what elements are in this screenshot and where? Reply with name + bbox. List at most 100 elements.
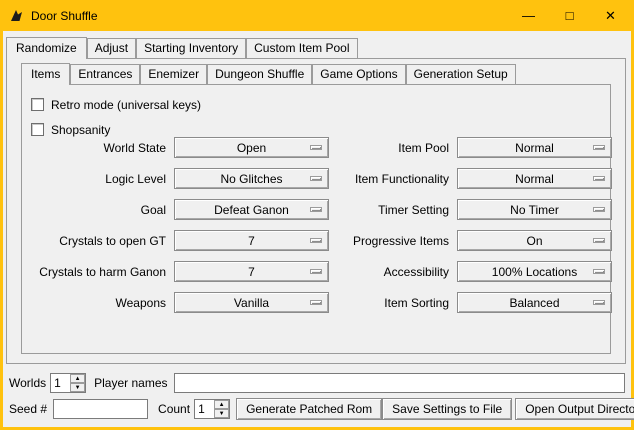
- dropdown-value: Balanced: [509, 296, 559, 310]
- worlds-spinner: ▲ ▼: [50, 373, 86, 393]
- seed-row: Seed # Count ▲ ▼ Generate Patched Rom Sa…: [9, 398, 625, 420]
- dropdown-indicator-icon: [310, 145, 322, 150]
- dropdown-value: 7: [248, 234, 255, 248]
- tab-enemizer[interactable]: Enemizer: [140, 64, 207, 84]
- item-sorting-label: Item Sorting: [337, 296, 449, 310]
- dropdown-indicator-icon: [310, 238, 322, 243]
- count-spinner: ▲ ▼: [194, 399, 230, 419]
- dropdown-accessibility[interactable]: 100% Locations: [457, 261, 612, 282]
- count-input[interactable]: [195, 400, 214, 418]
- tab-game-options[interactable]: Game Options: [312, 64, 405, 84]
- player-names-input[interactable]: [174, 373, 626, 393]
- tab-items[interactable]: Items: [21, 63, 70, 85]
- maximize-icon: □: [566, 8, 574, 23]
- up-arrow-icon: ▲: [219, 402, 225, 408]
- tab-custom-item-pool[interactable]: Custom Item Pool: [246, 38, 357, 58]
- dropdown-crystals-gt[interactable]: 7: [174, 230, 329, 251]
- count-label: Count: [158, 402, 190, 416]
- dropdown-value: Vanilla: [234, 296, 269, 310]
- tab-adjust[interactable]: Adjust: [87, 38, 136, 58]
- titlebar: Door Shuffle — □ ✕: [0, 0, 634, 31]
- seed-input[interactable]: [53, 399, 148, 419]
- settings-grid: World State Open Item Pool Normal Logic …: [28, 137, 612, 313]
- shopsanity-checkbox[interactable]: [31, 123, 44, 136]
- accessibility-label: Accessibility: [337, 265, 449, 279]
- tab-entrances[interactable]: Entrances: [70, 64, 140, 84]
- dropdown-indicator-icon: [593, 269, 605, 274]
- generate-patched-rom-button[interactable]: Generate Patched Rom: [236, 398, 382, 420]
- dropdown-indicator-icon: [593, 238, 605, 243]
- dropdown-indicator-icon: [593, 207, 605, 212]
- dropdown-logic-level[interactable]: No Glitches: [174, 168, 329, 189]
- outer-tab-bar: Randomize Adjust Starting Inventory Cust…: [6, 36, 358, 58]
- dropdown-value: 7: [248, 265, 255, 279]
- count-up-button[interactable]: ▲: [214, 400, 229, 409]
- caption-buttons: — □ ✕: [508, 2, 631, 29]
- dropdown-value: Open: [237, 141, 266, 155]
- dropdown-value: Defeat Ganon: [214, 203, 289, 217]
- crystals-ganon-label: Crystals to harm Ganon: [28, 265, 166, 279]
- dropdown-indicator-icon: [310, 176, 322, 181]
- client-area: Randomize Adjust Starting Inventory Cust…: [3, 31, 631, 427]
- count-down-button[interactable]: ▼: [214, 409, 229, 418]
- tab-starting-inventory[interactable]: Starting Inventory: [136, 38, 246, 58]
- dropdown-item-sorting[interactable]: Balanced: [457, 292, 612, 313]
- item-functionality-label: Item Functionality: [337, 172, 449, 186]
- maximize-button[interactable]: □: [549, 2, 590, 29]
- minimize-icon: —: [522, 8, 535, 23]
- worlds-up-button[interactable]: ▲: [70, 374, 85, 383]
- dropdown-indicator-icon: [593, 300, 605, 305]
- tab-randomize[interactable]: Randomize: [6, 37, 87, 59]
- dropdown-world-state[interactable]: Open: [174, 137, 329, 158]
- save-settings-button[interactable]: Save Settings to File: [382, 398, 512, 420]
- dropdown-goal[interactable]: Defeat Ganon: [174, 199, 329, 220]
- app-icon: [9, 8, 24, 23]
- dropdown-value: No Glitches: [220, 172, 282, 186]
- dropdown-value: Normal: [515, 172, 554, 186]
- worlds-input[interactable]: [51, 374, 70, 392]
- dropdown-indicator-icon: [593, 176, 605, 181]
- dropdown-weapons[interactable]: Vanilla: [174, 292, 329, 313]
- checkbox-group: Retro mode (universal keys) Shopsanity: [31, 92, 201, 142]
- crystals-gt-label: Crystals to open GT: [28, 234, 166, 248]
- randomize-pane: Items Entrances Enemizer Dungeon Shuffle…: [6, 58, 626, 364]
- down-arrow-icon: ▼: [219, 411, 225, 417]
- weapons-label: Weapons: [28, 296, 166, 310]
- dropdown-value: No Timer: [510, 203, 559, 217]
- worlds-down-button[interactable]: ▼: [70, 383, 85, 392]
- world-state-label: World State: [28, 141, 166, 155]
- dropdown-value: 100% Locations: [492, 265, 577, 279]
- dropdown-indicator-icon: [310, 300, 322, 305]
- dropdown-value: On: [526, 234, 542, 248]
- inner-tab-bar: Items Entrances Enemizer Dungeon Shuffle…: [21, 63, 516, 84]
- open-output-directory-button[interactable]: Open Output Directory: [515, 398, 634, 420]
- up-arrow-icon: ▲: [75, 376, 81, 382]
- tab-dungeon-shuffle[interactable]: Dungeon Shuffle: [207, 64, 312, 84]
- worlds-label: Worlds: [9, 376, 46, 390]
- dropdown-crystals-ganon[interactable]: 7: [174, 261, 329, 282]
- dropdown-indicator-icon: [310, 207, 322, 212]
- retro-mode-checkbox[interactable]: [31, 98, 44, 111]
- dropdown-progressive-items[interactable]: On: [457, 230, 612, 251]
- minimize-button[interactable]: —: [508, 2, 549, 29]
- dropdown-item-pool[interactable]: Normal: [457, 137, 612, 158]
- progressive-items-label: Progressive Items: [337, 234, 449, 248]
- close-icon: ✕: [605, 8, 616, 24]
- down-arrow-icon: ▼: [75, 385, 81, 391]
- shopsanity-label: Shopsanity: [51, 123, 110, 137]
- retro-mode-row: Retro mode (universal keys): [31, 92, 201, 117]
- count-spin-buttons: ▲ ▼: [214, 400, 229, 418]
- dropdown-value: Normal: [515, 141, 554, 155]
- goal-label: Goal: [28, 203, 166, 217]
- seed-label: Seed #: [9, 402, 47, 416]
- retro-mode-label: Retro mode (universal keys): [51, 98, 201, 112]
- tab-generation-setup[interactable]: Generation Setup: [406, 64, 516, 84]
- dropdown-indicator-icon: [593, 145, 605, 150]
- worlds-row: Worlds ▲ ▼ Player names: [9, 372, 625, 394]
- item-pool-label: Item Pool: [337, 141, 449, 155]
- dropdown-timer-setting[interactable]: No Timer: [457, 199, 612, 220]
- close-button[interactable]: ✕: [590, 2, 631, 29]
- dropdown-item-functionality[interactable]: Normal: [457, 168, 612, 189]
- logic-level-label: Logic Level: [28, 172, 166, 186]
- window-title: Door Shuffle: [31, 9, 98, 23]
